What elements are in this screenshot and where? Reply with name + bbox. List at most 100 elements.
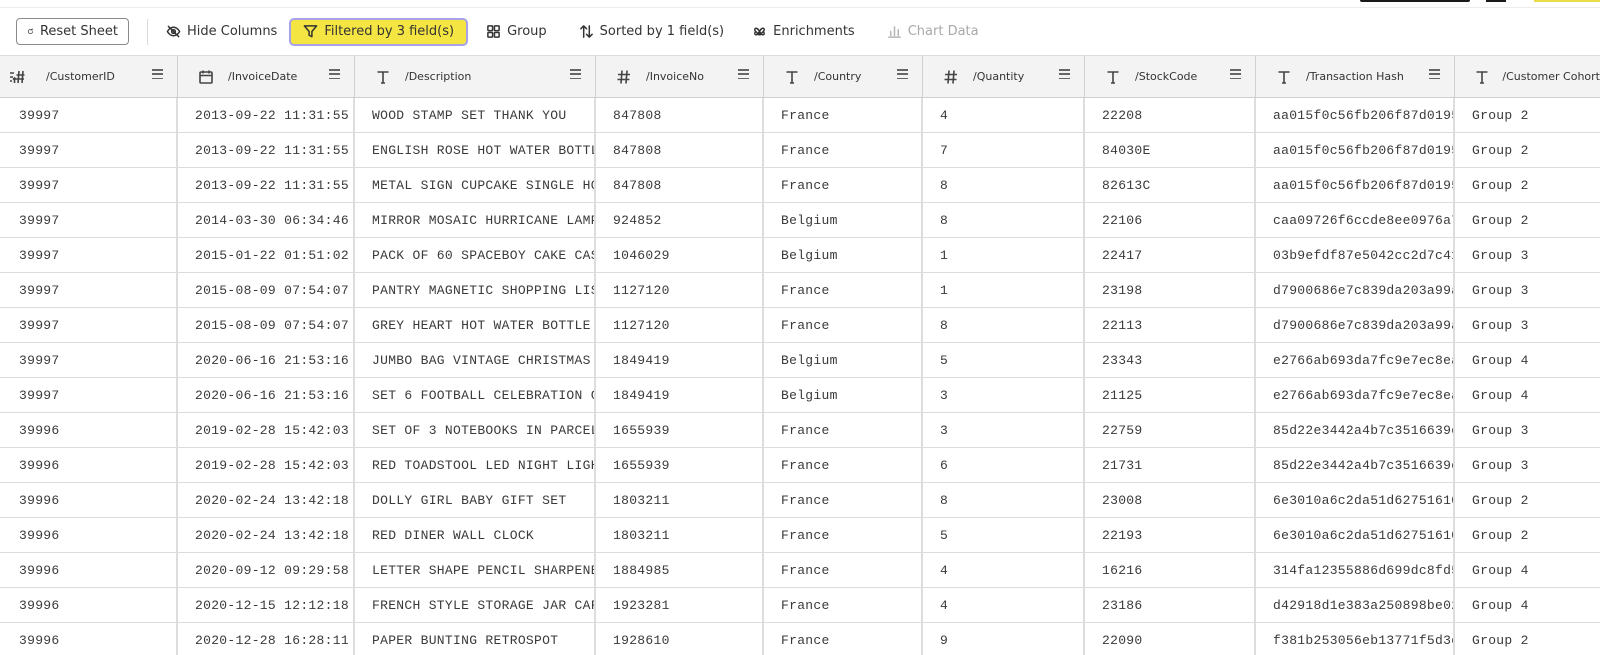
table-cell[interactable]: SET 6 FOOTBALL CELEBRATION CUPS [355, 378, 596, 412]
table-cell[interactable]: France [764, 553, 923, 587]
table-cell[interactable]: Belgium [764, 238, 923, 272]
column-menu-icon[interactable] [738, 69, 749, 79]
table-cell[interactable]: 2020-12-15 12:12:18 [178, 588, 355, 622]
table-cell[interactable]: Group 4 [1455, 588, 1600, 622]
table-cell[interactable]: France [764, 308, 923, 342]
table-cell[interactable]: RED TOADSTOOL LED NIGHT LIGHT [355, 448, 596, 482]
table-cell[interactable]: Group 2 [1455, 483, 1600, 517]
table-cell[interactable]: Belgium [764, 343, 923, 377]
table-cell[interactable]: 3 [923, 413, 1085, 447]
table-cell[interactable]: Group 4 [1455, 343, 1600, 377]
column-header-transaction-hash[interactable]: /Transaction Hash [1256, 56, 1455, 97]
top-control[interactable] [1534, 0, 1600, 2]
table-cell[interactable]: 22208 [1085, 98, 1256, 132]
column-header-invoiceno[interactable]: /InvoiceNo [596, 56, 764, 97]
table-cell[interactable]: 7 [923, 133, 1085, 167]
enrichments-button[interactable]: Enrichments [752, 18, 855, 45]
table-cell[interactable]: 85d22e3442a4b7c3516639c [1256, 448, 1455, 482]
table-cell[interactable]: 23198 [1085, 273, 1256, 307]
table-cell[interactable]: France [764, 448, 923, 482]
column-header-customerid[interactable]: /CustomerID [0, 56, 178, 97]
table-cell[interactable]: 22113 [1085, 308, 1256, 342]
table-cell[interactable]: Group 2 [1455, 203, 1600, 237]
table-cell[interactable]: 2015-01-22 01:51:02 [178, 238, 355, 272]
table-cell[interactable]: 23343 [1085, 343, 1256, 377]
table-cell[interactable]: Group 2 [1455, 133, 1600, 167]
table-cell[interactable]: Group 3 [1455, 273, 1600, 307]
table-cell[interactable]: 8 [923, 483, 1085, 517]
table-cell[interactable]: 39997 [0, 273, 178, 307]
column-header-description[interactable]: /Description [355, 56, 596, 97]
table-cell[interactable]: 1655939 [596, 413, 764, 447]
table-cell[interactable]: Group 2 [1455, 168, 1600, 202]
table-row[interactable]: 39996 2020-12-28 16:28:11 PAPER BUNTING RE… [0, 623, 1600, 655]
table-cell[interactable]: RED DINER WALL CLOCK [355, 518, 596, 552]
table-cell[interactable]: France [764, 623, 923, 655]
table-cell[interactable]: 1803211 [596, 518, 764, 552]
table-cell[interactable]: 6e3010a6c2da51d62751610 [1256, 483, 1455, 517]
table-cell[interactable]: 39996 [0, 483, 178, 517]
table-cell[interactable]: 39997 [0, 203, 178, 237]
table-cell[interactable]: Group 2 [1455, 623, 1600, 655]
table-cell[interactable]: 22106 [1085, 203, 1256, 237]
table-cell[interactable]: aa015f0c56fb206f87d0195 [1256, 133, 1455, 167]
table-cell[interactable]: 9 [923, 623, 1085, 655]
table-cell[interactable]: 4 [923, 553, 1085, 587]
table-row[interactable]: 39997 2015-08-09 07:54:07 PANTRY MAGNETIC … [0, 273, 1600, 308]
table-cell[interactable]: d7900686e7c839da203a99a [1256, 273, 1455, 307]
column-header-invoicedate[interactable]: /InvoiceDate [178, 56, 355, 97]
column-menu-icon[interactable] [329, 69, 340, 79]
table-cell[interactable]: 39997 [0, 308, 178, 342]
table-cell[interactable]: PANTRY MAGNETIC SHOPPING LIST [355, 273, 596, 307]
table-cell[interactable]: 2013-09-22 11:31:55 [178, 133, 355, 167]
table-cell[interactable]: 2020-02-24 13:42:18 [178, 483, 355, 517]
table-cell[interactable]: 85d22e3442a4b7c3516639c [1256, 413, 1455, 447]
table-cell[interactable]: 847808 [596, 133, 764, 167]
table-cell[interactable]: 39996 [0, 448, 178, 482]
table-cell[interactable]: SET OF 3 NOTEBOOKS IN PARCEL [355, 413, 596, 447]
hide-columns-button[interactable]: Hide Columns [166, 18, 277, 45]
table-cell[interactable]: GREY HEART HOT WATER BOTTLE [355, 308, 596, 342]
table-cell[interactable]: 2015-08-09 07:54:07 [178, 273, 355, 307]
table-cell[interactable]: France [764, 273, 923, 307]
column-header-quantity[interactable]: /Quantity [923, 56, 1085, 97]
table-cell[interactable]: 924852 [596, 203, 764, 237]
table-cell[interactable]: 1655939 [596, 448, 764, 482]
table-cell[interactable]: 22417 [1085, 238, 1256, 272]
table-cell[interactable]: Belgium [764, 203, 923, 237]
reset-sheet-button[interactable]: Reset Sheet [16, 18, 129, 45]
sort-button[interactable]: Sorted by 1 field(s) [579, 18, 724, 45]
table-cell[interactable]: Group 3 [1455, 448, 1600, 482]
table-cell[interactable]: 1849419 [596, 343, 764, 377]
table-cell[interactable]: 16216 [1085, 553, 1256, 587]
top-control[interactable] [1486, 0, 1506, 2]
table-cell[interactable]: 1849419 [596, 378, 764, 412]
table-cell[interactable]: DOLLY GIRL BABY GIFT SET [355, 483, 596, 517]
table-cell[interactable]: 2020-02-24 13:42:18 [178, 518, 355, 552]
table-cell[interactable]: 2020-09-12 09:29:58 [178, 553, 355, 587]
table-cell[interactable]: 39997 [0, 238, 178, 272]
table-cell[interactable]: Group 3 [1455, 238, 1600, 272]
table-cell[interactable]: 1884985 [596, 553, 764, 587]
table-row[interactable]: 39996 2020-09-12 09:29:58 LETTER SHAPE PEN… [0, 553, 1600, 588]
table-cell[interactable]: 5 [923, 518, 1085, 552]
table-cell[interactable]: 847808 [596, 168, 764, 202]
table-cell[interactable]: 1923281 [596, 588, 764, 622]
table-row[interactable]: 39997 2013-09-22 11:31:55 ENGLISH ROSE HOT… [0, 133, 1600, 168]
table-cell[interactable]: PACK OF 60 SPACEBOY CAKE CASES [355, 238, 596, 272]
table-cell[interactable]: 8 [923, 168, 1085, 202]
table-cell[interactable]: WOOD STAMP SET THANK YOU [355, 98, 596, 132]
table-cell[interactable]: France [764, 588, 923, 622]
table-cell[interactable]: 23186 [1085, 588, 1256, 622]
table-cell[interactable]: 3 [923, 378, 1085, 412]
table-cell[interactable]: 21125 [1085, 378, 1256, 412]
table-cell[interactable]: 4 [923, 98, 1085, 132]
table-cell[interactable]: ENGLISH ROSE HOT WATER BOTTLE [355, 133, 596, 167]
table-cell[interactable]: 39997 [0, 168, 178, 202]
table-cell[interactable]: 847808 [596, 98, 764, 132]
column-header-country[interactable]: /Country [764, 56, 923, 97]
table-cell[interactable]: 2020-06-16 21:53:16 [178, 378, 355, 412]
table-cell[interactable]: 39996 [0, 623, 178, 655]
table-cell[interactable]: France [764, 168, 923, 202]
table-cell[interactable]: Group 2 [1455, 98, 1600, 132]
